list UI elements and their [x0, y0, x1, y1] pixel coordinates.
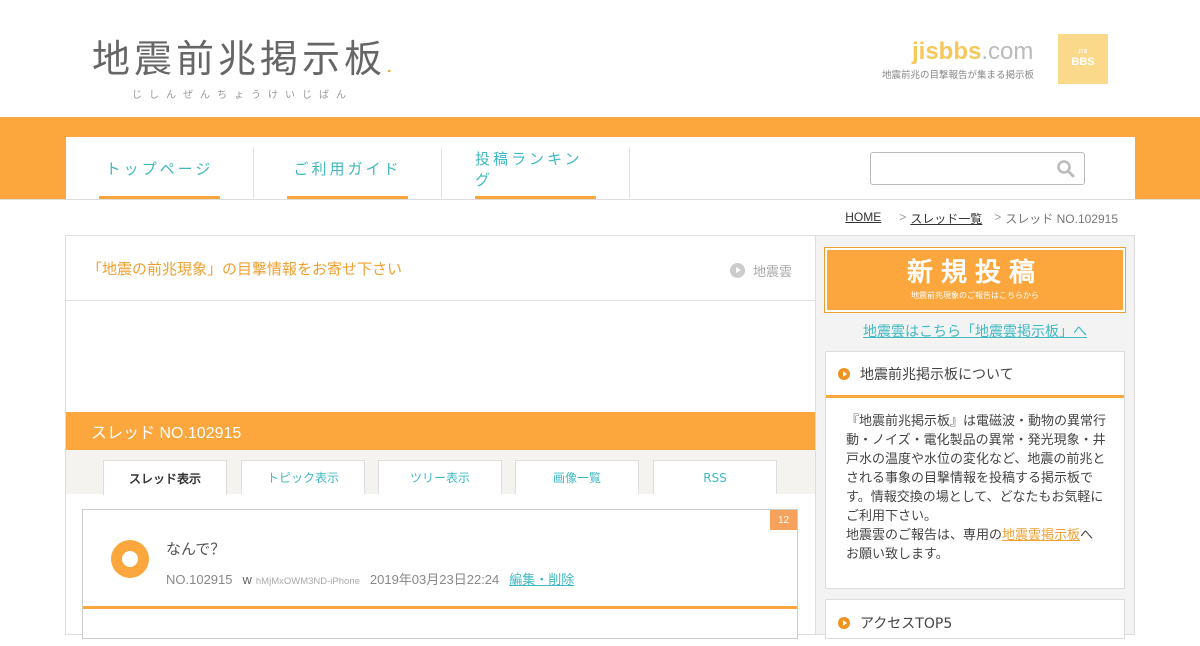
nav-item-top-page[interactable]: トップページ	[99, 137, 220, 200]
site-logo[interactable]: 地震前兆掲示板.	[92, 28, 396, 83]
tab-topic-view[interactable]: トピック表示	[241, 460, 365, 494]
category-tag[interactable]: 地震雲	[730, 261, 792, 280]
nav-item-label: 投稿ランキング	[475, 149, 583, 189]
breadcrumb-thread-list[interactable]: スレッド一覧	[910, 210, 982, 227]
nav-item-label: トップページ	[105, 160, 214, 178]
breadcrumb-current: スレッド NO.102915	[1005, 212, 1118, 226]
tab-tree-view[interactable]: ツリー表示	[378, 460, 502, 494]
site-domain[interactable]: jisbbs.com	[912, 38, 1033, 66]
about-title: 地震前兆掲示板について	[860, 366, 1014, 383]
search-input[interactable]	[870, 152, 1085, 185]
thread-title: スレッド NO.102915	[91, 425, 242, 442]
new-post-sublabel: 地震前兆現象のご報告はこちらから	[911, 290, 1039, 300]
breadcrumb-separator: >	[994, 210, 1002, 224]
header-rule	[0, 199, 1200, 200]
author-id: hMjMxOWM3ND-iPhone	[255, 576, 360, 587]
site-tagline: 地震前兆の目撃報告が集まる掲示板	[882, 70, 1035, 81]
domain-suffix: .com	[981, 38, 1034, 65]
post-ring-icon	[111, 540, 149, 578]
search-icon[interactable]	[1056, 159, 1076, 179]
badge-label: BBS	[1071, 56, 1095, 68]
about-box: 地震前兆掲示板について 『地震前兆掲示板』は電磁波・動物の異常行動・ノイズ・電化…	[825, 351, 1125, 589]
breadcrumb: HOME > スレッド一覧 > スレッド NO.102915	[845, 210, 1118, 227]
post-date: 2019年03月23日22:24	[369, 572, 500, 587]
about-heading: 地震前兆掲示板について	[826, 352, 1124, 398]
tab-image-list[interactable]: 画像一覧	[515, 460, 639, 494]
access-top5-heading: アクセスTOP5	[826, 600, 1124, 646]
logo-reading: じしんぜんちょうけいじばん	[132, 90, 353, 101]
nav-divider	[629, 147, 630, 198]
nav-divider	[253, 147, 254, 198]
domain-main: jisbbs	[912, 38, 982, 65]
nav-item-guide[interactable]: ご利用ガイド	[287, 137, 408, 200]
category-tag-label: 地震雲	[753, 265, 793, 280]
bbs-badge: JIS BBS	[1058, 34, 1108, 84]
tab-thread-view[interactable]: スレッド表示	[103, 460, 227, 495]
earthquake-cloud-board-link[interactable]: 地震雲掲示板	[1002, 528, 1080, 543]
new-post-button[interactable]: 新規投稿 地震前兆現象のご報告はこちらから	[824, 247, 1126, 313]
logo-text: 地震前兆掲示板	[92, 37, 387, 81]
post-meta: NO.102915 w hMjMxOWM3ND-iPhone 2019年03月2…	[166, 569, 574, 588]
arrow-circle-icon	[730, 263, 745, 278]
earthquake-cloud-link[interactable]: 地震雲はこちら「地震雲掲示板」へ	[825, 321, 1125, 341]
thread-title-bar: スレッド NO.102915	[66, 412, 815, 450]
nav-item-ranking[interactable]: 投稿ランキング	[475, 137, 596, 200]
badge-small-text: JIS	[1077, 49, 1089, 55]
heading-divider	[66, 300, 815, 301]
access-top5-title: アクセスTOP5	[860, 616, 953, 632]
logo-dot: .	[386, 53, 397, 77]
page-heading: 「地震の前兆現象」の目撃情報をお寄せ下さい	[87, 260, 403, 278]
new-post-label: 新規投稿	[906, 257, 1043, 288]
post-number: NO.102915	[166, 572, 233, 587]
post-accent-line	[83, 606, 797, 609]
author-mark: w	[242, 572, 252, 587]
reply-count-badge: 12	[770, 510, 797, 530]
breadcrumb-separator: >	[899, 210, 907, 224]
tab-rss[interactable]: RSS	[653, 460, 777, 494]
nav-item-label: ご利用ガイド	[293, 160, 402, 178]
about-body: 『地震前兆掲示板』は電磁波・動物の異常行動・ノイズ・電化製品の異常・発光現象・井…	[826, 398, 1124, 564]
nav-divider	[441, 147, 442, 198]
post-title[interactable]: なんで？	[166, 538, 225, 559]
arrow-circle-icon	[838, 367, 850, 380]
about-text: 『地震前兆掲示板』は電磁波・動物の異常行動・ノイズ・電化製品の異常・発光現象・井…	[846, 414, 1107, 524]
edit-delete-link[interactable]: 編集・削除	[509, 569, 574, 588]
breadcrumb-home[interactable]: HOME	[845, 210, 881, 227]
access-top5-box: アクセスTOP5	[825, 599, 1125, 639]
arrow-circle-icon	[838, 617, 850, 629]
about-text-prefix: 地震雲のご報告は、専用の	[846, 528, 1003, 543]
